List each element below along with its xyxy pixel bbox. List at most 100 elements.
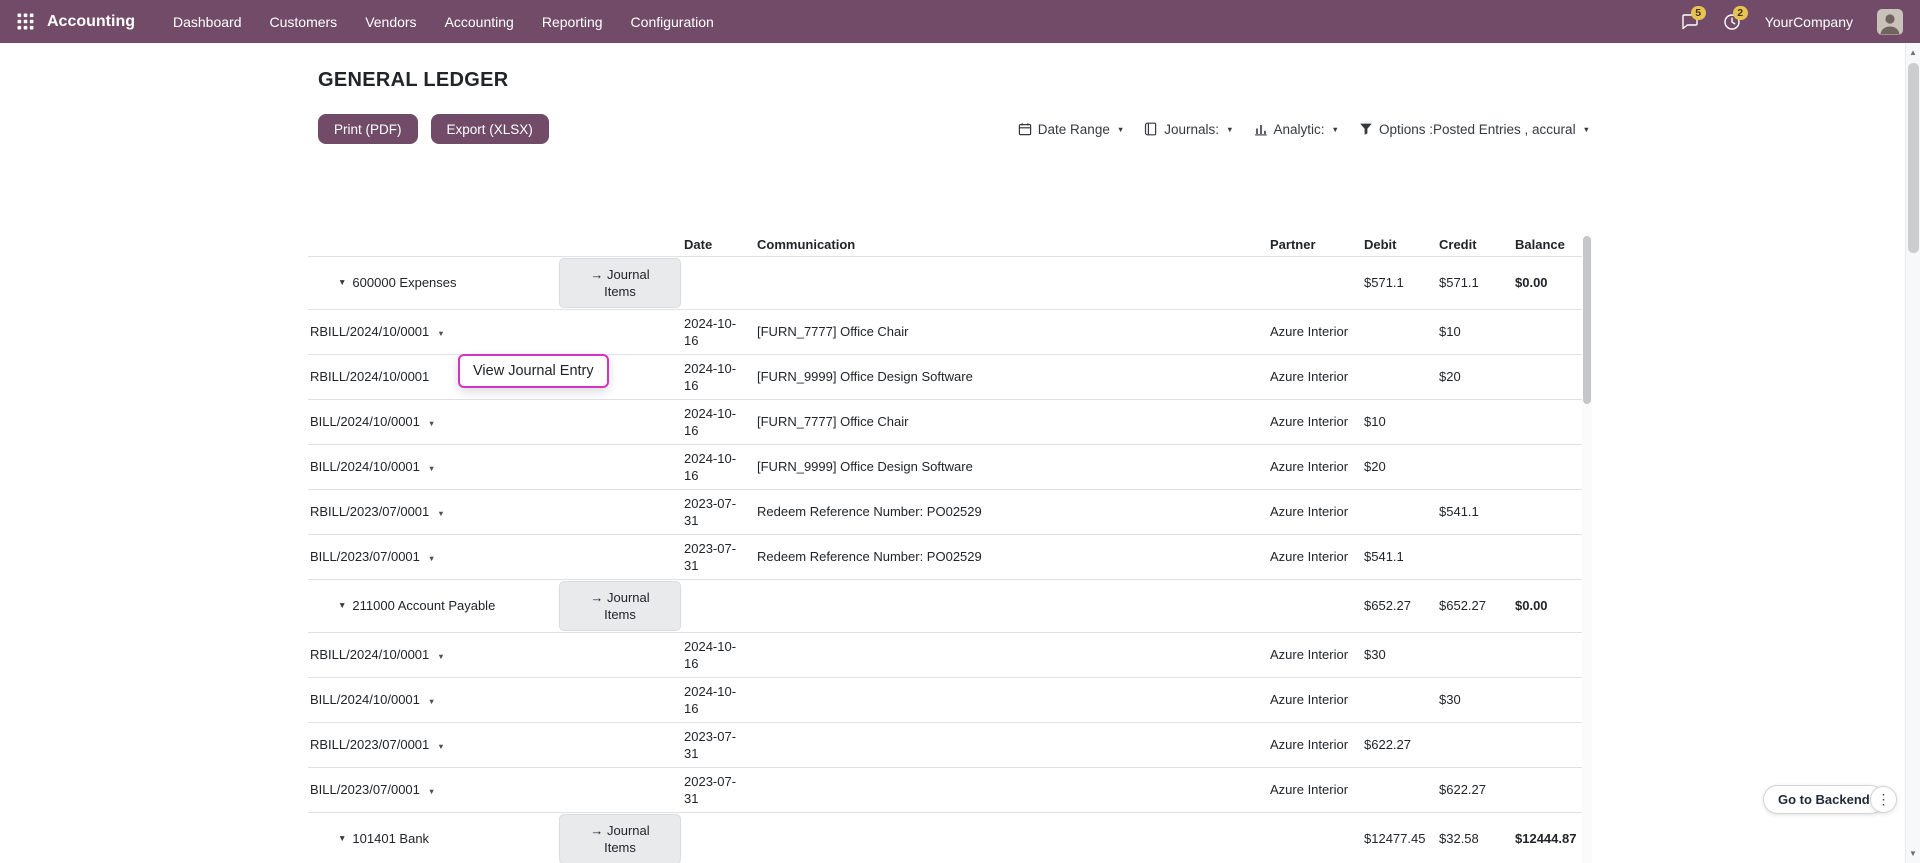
journals-filter[interactable]: Journals: ▼ [1144, 122, 1233, 137]
analytic-filter[interactable]: Analytic: ▼ [1254, 122, 1339, 137]
journal-entry-code: RBILL/2023/07/0001 [310, 504, 429, 519]
journal-items-label: Journal Items [604, 267, 650, 299]
entry-communication: [FURN_7777] Office Chair [755, 321, 1268, 342]
entry-communication: [FURN_7777] Office Chair [755, 411, 1268, 432]
top-navbar: Accounting DashboardCustomersVendorsAcco… [0, 0, 1920, 43]
group-credit: $32.58 [1437, 828, 1513, 849]
account-name: 101401 Bank [352, 830, 429, 847]
caret-down-icon: ▼ [338, 600, 346, 611]
journal-items-button[interactable]: → Journal Items [559, 581, 681, 631]
activities-badge: 2 [1733, 6, 1748, 21]
account-group-toggle[interactable]: ▼211000 Account Payable [308, 595, 558, 616]
entry-partner: Azure Interior [1268, 456, 1362, 477]
entry-debit: $622.27 [1362, 734, 1437, 755]
table-scrollbar[interactable] [1582, 233, 1592, 863]
entry-actions-toggle[interactable]: ▼ [428, 787, 435, 796]
messages-icon[interactable]: 5 [1681, 13, 1699, 31]
entry-communication [755, 698, 1268, 702]
journal-entry-row: RBILL/2024/10/0001▼2024-10-16Azure Inter… [308, 633, 1582, 678]
caret-down-icon: ▼ [338, 277, 346, 288]
entry-debit: $30 [1362, 644, 1437, 665]
entry-date: 2024-10-16 [682, 636, 755, 674]
group-balance: $12444.87 [1513, 828, 1582, 849]
app-name[interactable]: Accounting [47, 13, 135, 31]
journal-entry-row: BILL/2023/07/0001 ▼ 2023-07-31 Azure Interi… [308, 768, 1582, 813]
col-header-debit: Debit [1362, 234, 1437, 255]
scroll-up-icon[interactable]: ▲ [1906, 48, 1920, 57]
chevron-down-icon: ▼ [1226, 125, 1233, 134]
journal-entry-code: BILL/2023/07/0001 [310, 549, 420, 564]
date-range-filter[interactable]: Date Range ▼ [1018, 122, 1125, 137]
journal-entry-code: RBILL/2024/10/0001 [310, 647, 429, 662]
entry-date: 2024-10-16 [682, 681, 755, 719]
account-name: 600000 Expenses [352, 274, 456, 291]
entry-communication: [FURN_9999] Office Design Software [755, 366, 1268, 387]
entry-credit: $10 [1437, 321, 1513, 342]
group-debit: $652.27 [1362, 595, 1437, 616]
col-header-communication: Communication [755, 234, 1268, 255]
entry-communication: Redeem Reference Number: PO02529 [755, 501, 1268, 522]
nav-menu-item-configuration[interactable]: Configuration [619, 8, 726, 36]
report-actions: Print (PDF) Export (XLSX) [318, 114, 549, 144]
apps-grid-icon[interactable] [17, 13, 34, 30]
entry-debit [1362, 510, 1437, 514]
nav-menu-item-dashboard[interactable]: Dashboard [161, 8, 254, 36]
entry-actions-toggle[interactable]: ▼ [428, 419, 435, 428]
entry-partner: Azure Interior [1268, 779, 1362, 800]
entry-actions-toggle[interactable]: ▼ [428, 697, 435, 706]
entry-date: 2023-07-31 [682, 493, 755, 531]
arrow-right-icon: → [590, 267, 603, 282]
col-header-partner: Partner [1268, 234, 1362, 255]
messages-badge: 5 [1691, 6, 1706, 21]
entry-credit [1437, 743, 1513, 747]
entry-actions-toggle[interactable]: ▼ [428, 464, 435, 473]
general-ledger-table: Date Communication Partner Debit Credit … [308, 233, 1592, 863]
go-to-backend-button[interactable]: Go to Backend [1763, 785, 1885, 814]
kebab-menu-icon[interactable]: ⋮ [1870, 786, 1897, 813]
journal-items-button[interactable]: → Journal Items [559, 814, 681, 863]
user-avatar[interactable] [1877, 9, 1903, 35]
journal-entry-code: BILL/2024/10/0001 [310, 459, 420, 474]
chevron-down-icon: ▼ [1583, 125, 1590, 134]
entry-actions-toggle[interactable]: ▼ [437, 742, 444, 751]
analytic-label: Analytic: [1274, 122, 1325, 137]
page-scrollbar[interactable]: ▲ ▼ [1905, 43, 1920, 863]
entry-actions-toggle[interactable]: ▼ [428, 554, 435, 563]
group-debit: $12477.45 [1362, 828, 1437, 849]
entry-actions-toggle[interactable]: ▼ [437, 509, 444, 518]
activities-icon[interactable]: 2 [1723, 13, 1741, 31]
options-filter[interactable]: Options :Posted Entries , accural ▼ [1359, 122, 1590, 137]
view-journal-entry-option[interactable]: View Journal Entry [458, 354, 609, 388]
nav-menu-item-reporting[interactable]: Reporting [530, 8, 615, 36]
table-scrollbar-thumb[interactable] [1583, 236, 1591, 404]
company-name[interactable]: YourCompany [1765, 14, 1853, 30]
ledger-rows: ▼600000 Expenses→ Journal Items$571.1$57… [308, 257, 1592, 863]
journals-label: Journals: [1164, 122, 1219, 137]
entry-actions-toggle[interactable]: ▼ [437, 329, 444, 338]
entry-date: 2023-07-31 [682, 771, 755, 809]
col-header-credit: Credit [1437, 234, 1513, 255]
chevron-down-icon: ▼ [1332, 125, 1339, 134]
print-pdf-button[interactable]: Print (PDF) [318, 114, 418, 144]
journal-items-button[interactable]: → Journal Items [559, 258, 681, 308]
entry-actions-toggle[interactable]: ▼ [437, 652, 444, 661]
entry-partner: Azure Interior [1268, 689, 1362, 710]
entry-date: 2023-07-31 [682, 538, 755, 576]
journal-entry-code: RBILL/2023/07/0001 [310, 737, 429, 752]
nav-menu-item-accounting[interactable]: Accounting [433, 8, 526, 36]
scroll-down-icon[interactable]: ▼ [1906, 849, 1920, 858]
export-xlsx-button[interactable]: Export (XLSX) [431, 114, 549, 144]
entry-communication: [FURN_9999] Office Design Software [755, 456, 1268, 477]
entry-communication [755, 653, 1268, 657]
entry-partner: Azure Interior [1268, 501, 1362, 522]
entry-credit [1437, 420, 1513, 424]
account-group-toggle[interactable]: ▼ 600000 Expenses [308, 272, 558, 293]
group-balance: $0.00 [1513, 272, 1582, 293]
arrow-right-icon: → [590, 823, 603, 838]
nav-menu-item-customers[interactable]: Customers [258, 8, 350, 36]
journal-entry-code: BILL/2023/07/0001 [310, 782, 420, 797]
account-group-toggle[interactable]: ▼101401 Bank [308, 828, 558, 849]
page-scrollbar-thumb[interactable] [1908, 63, 1919, 253]
nav-menu-item-vendors[interactable]: Vendors [353, 8, 428, 36]
account-group-row: ▼211000 Account Payable→ Journal Items $6… [308, 580, 1582, 633]
